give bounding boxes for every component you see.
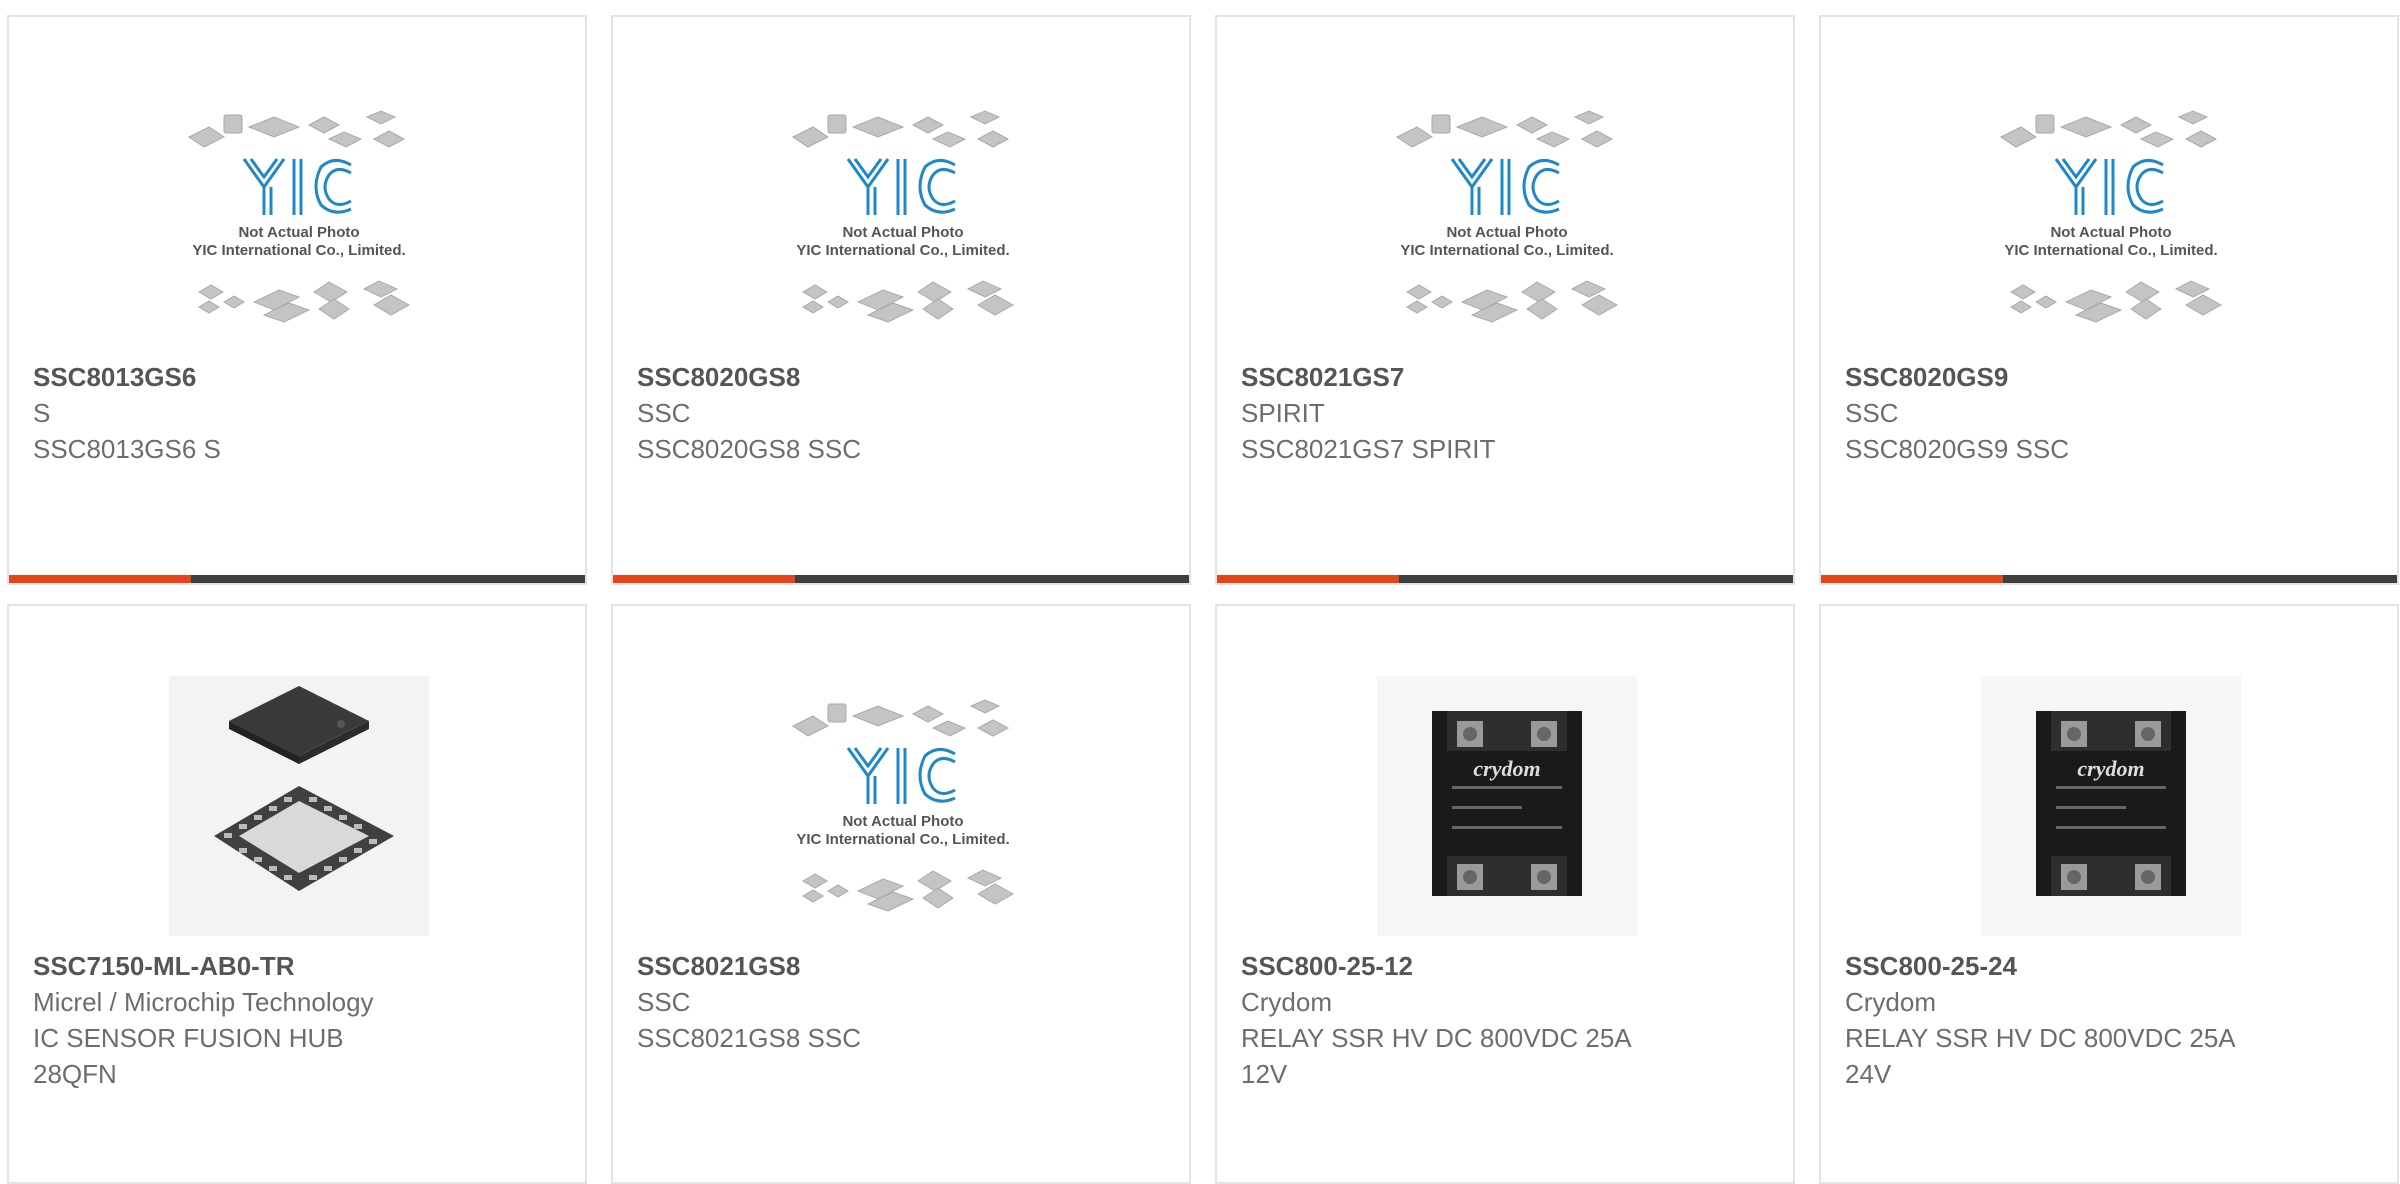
product-image-placeholder[interactable]: Not Actual Photo YIC International Co., …: [773, 97, 1033, 357]
placeholder-image-icon: Not Actual Photo YIC International Co., …: [792, 699, 1015, 912]
card-accent-bar: [1821, 575, 2003, 583]
product-info: SSC8021GS8 SSC SSC8021GS8 SSC: [637, 948, 1167, 1056]
product-image[interactable]: crydom: [1377, 676, 1637, 936]
manufacturer: S: [33, 398, 51, 428]
svg-text:YIC International Co., Limited: YIC International Co., Limited.: [796, 242, 1009, 259]
product-info: SSC8020GS9 SSC SSC8020GS9 SSC: [1845, 359, 2375, 467]
product-info: SSC8013GS6 S SSC8013GS6 S: [33, 359, 563, 467]
manufacturer: SSC: [637, 398, 691, 428]
card-bottom-bar: [9, 575, 585, 583]
product-info: SSC800-25-12 Crydom RELAY SSR HV DC 800V…: [1241, 948, 1771, 1092]
description: SSC8020GS8 SSC: [637, 434, 862, 464]
product-image[interactable]: [169, 676, 429, 936]
product-card[interactable]: Not Actual Photo YIC International Co., …: [1215, 15, 1795, 585]
product-card[interactable]: crydom SSC800-25-24 Crydom RELAY SSR HV …: [1819, 604, 2399, 1184]
product-info: SSC7150-ML-AB0-TR Micrel / Microchip Tec…: [33, 948, 563, 1092]
svg-text:YIC International Co., Limited: YIC International Co., Limited.: [192, 242, 405, 259]
product-info: SSC8021GS7 SPIRIT SSC8021GS7 SPIRIT: [1241, 359, 1771, 467]
part-number[interactable]: SSC8020GS9: [1845, 359, 2375, 395]
svg-text:YIC International Co., Limited: YIC International Co., Limited.: [1400, 242, 1613, 259]
svg-text:Not Actual Photo: Not Actual Photo: [238, 224, 359, 241]
card-accent-bar: [9, 575, 191, 583]
svg-text:crydom: crydom: [2077, 756, 2144, 781]
description: SSC8021GS7 SPIRIT: [1241, 434, 1496, 464]
description: RELAY SSR HV DC 800VDC 25A 24V: [1845, 1023, 2235, 1089]
part-number[interactable]: SSC8020GS8: [637, 359, 1167, 395]
part-number[interactable]: SSC8021GS8: [637, 948, 1167, 984]
description: SSC8021GS8 SSC: [637, 1023, 862, 1053]
manufacturer: SSC: [637, 987, 691, 1017]
product-card[interactable]: Not Actual Photo YIC International Co., …: [7, 15, 587, 585]
placeholder-image-icon: Not Actual Photo YIC International Co., …: [792, 110, 1015, 323]
svg-text:Not Actual Photo: Not Actual Photo: [2050, 224, 2171, 241]
card-accent-bar: [613, 575, 795, 583]
card-accent-bar: [1217, 575, 1399, 583]
card-bottom-bar: [1821, 575, 2397, 583]
manufacturer: Crydom: [1845, 987, 1937, 1017]
part-number[interactable]: SSC800-25-24: [1845, 948, 2375, 984]
svg-text:YIC International Co., Limited: YIC International Co., Limited.: [2004, 242, 2217, 259]
svg-text:Not Actual Photo: Not Actual Photo: [842, 813, 963, 830]
svg-text:Not Actual Photo: Not Actual Photo: [842, 224, 963, 241]
part-number[interactable]: SSC8013GS6: [33, 359, 563, 395]
product-image-placeholder[interactable]: Not Actual Photo YIC International Co., …: [1981, 97, 2241, 357]
placeholder-image-icon: Not Actual Photo YIC International Co., …: [2000, 110, 2223, 323]
product-image[interactable]: crydom: [1981, 676, 2241, 936]
description: SSC8013GS6 S: [33, 434, 221, 464]
relay-icon: crydom: [1377, 676, 1637, 936]
product-image-placeholder[interactable]: Not Actual Photo YIC International Co., …: [169, 97, 429, 357]
manufacturer: Crydom: [1241, 987, 1333, 1017]
part-number[interactable]: SSC8021GS7: [1241, 359, 1771, 395]
description: SSC8020GS9 SSC: [1845, 434, 2070, 464]
product-image-placeholder[interactable]: Not Actual Photo YIC International Co., …: [1377, 97, 1637, 357]
card-bottom-bar: [613, 575, 1189, 583]
card-bottom-bar: [1217, 575, 1793, 583]
product-card[interactable]: Not Actual Photo YIC International Co., …: [1819, 15, 2399, 585]
description: IC SENSOR FUSION HUB 28QFN: [33, 1023, 344, 1089]
product-card[interactable]: Not Actual Photo YIC International Co., …: [611, 604, 1191, 1184]
part-number[interactable]: SSC7150-ML-AB0-TR: [33, 948, 563, 984]
product-card[interactable]: SSC7150-ML-AB0-TR Micrel / Microchip Tec…: [7, 604, 587, 1184]
manufacturer: Micrel / Microchip Technology: [33, 987, 374, 1017]
manufacturer: SPIRIT: [1241, 398, 1325, 428]
product-info: SSC800-25-24 Crydom RELAY SSR HV DC 800V…: [1845, 948, 2375, 1092]
product-card[interactable]: crydom SSC800-25-12 Crydom RELAY SSR HV …: [1215, 604, 1795, 1184]
product-grid: Not Actual Photo YIC International Co., …: [0, 0, 2400, 1184]
qfn-chip-icon: [169, 676, 429, 936]
svg-text:YIC International Co., Limited: YIC International Co., Limited.: [796, 831, 1009, 848]
svg-text:Not Actual Photo: Not Actual Photo: [1446, 224, 1567, 241]
manufacturer: SSC: [1845, 398, 1899, 428]
product-card[interactable]: Not Actual Photo YIC International Co., …: [611, 15, 1191, 585]
description: RELAY SSR HV DC 800VDC 25A 12V: [1241, 1023, 1631, 1089]
part-number[interactable]: SSC800-25-12: [1241, 948, 1771, 984]
product-image-placeholder[interactable]: Not Actual Photo YIC International Co., …: [773, 686, 1033, 946]
relay-icon: crydom: [1981, 676, 2241, 936]
placeholder-image-icon: Not Actual Photo YIC International Co., …: [188, 110, 411, 323]
svg-text:crydom: crydom: [1473, 756, 1540, 781]
placeholder-image-icon: Not Actual Photo YIC International Co., …: [1396, 110, 1619, 323]
product-info: SSC8020GS8 SSC SSC8020GS8 SSC: [637, 359, 1167, 467]
